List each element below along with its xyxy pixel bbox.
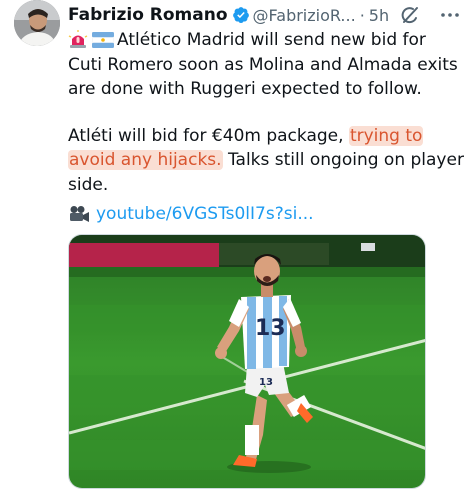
text-line-5: avoid any hijacks. Talks still ongoing o… xyxy=(68,148,464,173)
tweet-media-image[interactable]: 13 13 xyxy=(68,234,426,489)
text-line-2: Cuti Romero soon as Molina and Almada ex… xyxy=(68,54,458,75)
argentina-flag-icon xyxy=(92,32,114,48)
separator-dot: · xyxy=(359,5,365,25)
author-name[interactable]: Fabrizio Romano xyxy=(68,5,228,25)
text-line-4: Atléti will bid for €40m package, trying… xyxy=(68,124,464,149)
siren-emoji-icon xyxy=(68,30,88,48)
text-line-4-plain: Atléti will bid for €40m package, xyxy=(68,125,349,146)
author-handle[interactable]: @FabrizioR... xyxy=(253,6,356,25)
video-camera-emoji-icon xyxy=(70,206,89,222)
text-line-3: are done with Ruggeri expected to follow… xyxy=(68,79,422,99)
jersey-number: 13 xyxy=(255,316,286,341)
avatar[interactable] xyxy=(14,0,60,46)
text-line-6: side. xyxy=(68,174,109,195)
more-options-icon[interactable] xyxy=(438,4,462,26)
shorts-number: 13 xyxy=(259,377,273,388)
video-link[interactable]: youtube/6VGSTs0lI7s?si... xyxy=(96,204,314,224)
grok-icon[interactable] xyxy=(398,3,422,27)
text-line-1-content: Atlético Madrid will send new bid for xyxy=(117,30,426,50)
video-link-row: youtube/6VGSTs0lI7s?si... xyxy=(68,202,314,226)
text-line-1: Atlético Madrid will send new bid for xyxy=(68,28,464,53)
highlighted-text-2: avoid any hijacks. xyxy=(68,150,223,170)
verified-badge-icon xyxy=(232,7,249,23)
tweet-text: Atlético Madrid will send new bid for Cu… xyxy=(68,28,464,197)
tweet-header: Fabrizio Romano @FabrizioR... · 5h xyxy=(68,4,462,26)
timestamp[interactable]: 5h xyxy=(369,6,389,25)
highlighted-text-1: trying to xyxy=(348,125,424,146)
football-photo: 13 13 xyxy=(69,235,425,488)
text-line-5-plain: Talks still ongoing on player xyxy=(222,150,464,170)
